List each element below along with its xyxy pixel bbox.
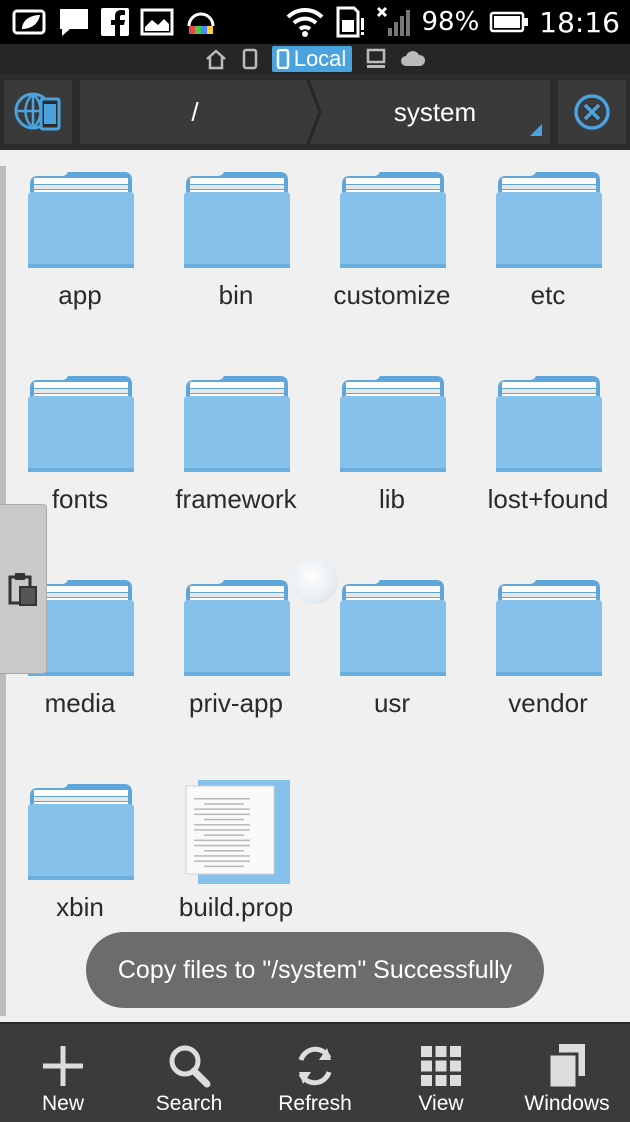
folder-item[interactable]: priv-app xyxy=(158,558,314,748)
local-tab-label: Local xyxy=(293,46,347,71)
folder-icon xyxy=(494,370,604,478)
cloud-icon[interactable] xyxy=(400,50,426,68)
wifi-icon xyxy=(286,7,323,37)
phone-icon xyxy=(276,49,289,69)
search-icon xyxy=(169,1045,211,1088)
clock: 18:16 xyxy=(539,5,620,39)
signal-icon xyxy=(376,6,410,36)
folder-item[interactable]: customize xyxy=(314,150,470,340)
item-label: usr xyxy=(373,688,411,718)
close-icon xyxy=(574,94,610,130)
item-label: vendor xyxy=(508,688,588,718)
folder-icon xyxy=(182,574,292,682)
clipboard-tab[interactable] xyxy=(0,504,47,674)
grid-view-icon xyxy=(421,1046,461,1086)
folder-item[interactable]: lost+found xyxy=(470,354,626,544)
clipboard-icon xyxy=(8,573,37,606)
windows-stack-icon xyxy=(547,1044,585,1090)
breadcrumb-root[interactable]: / xyxy=(80,80,310,144)
folder-icon xyxy=(494,574,604,682)
item-label: app xyxy=(58,280,102,310)
path-toolbar: / system xyxy=(0,74,630,150)
phone-storage-icon[interactable] xyxy=(242,48,258,70)
search-button[interactable]: Search xyxy=(126,1024,252,1122)
refresh-icon xyxy=(298,1046,332,1086)
app-store-icon xyxy=(187,12,215,34)
touch-indicator xyxy=(292,558,338,604)
folder-icon xyxy=(338,166,448,274)
text-file-icon xyxy=(182,778,292,886)
folder-item[interactable]: framework xyxy=(158,354,314,544)
folder-icon xyxy=(338,370,448,478)
refresh-button-label: Refresh xyxy=(278,1092,352,1115)
windows-button-label: Windows xyxy=(524,1092,610,1115)
battery-icon xyxy=(490,11,529,33)
status-bar: 98% 18:16 xyxy=(0,0,630,44)
item-label: lost+found xyxy=(487,484,609,514)
folder-item[interactable]: app xyxy=(2,150,158,340)
file-item[interactable]: build.prop xyxy=(158,762,314,952)
message-icon xyxy=(60,9,88,36)
breadcrumb: / system xyxy=(80,80,550,144)
facebook-icon xyxy=(101,8,129,37)
windows-button[interactable]: Windows xyxy=(504,1024,630,1122)
battery-percent: 98% xyxy=(421,7,480,37)
toast-message: Copy files to "/system" Successfully xyxy=(86,932,544,1008)
new-button[interactable]: New xyxy=(0,1024,126,1122)
sd-card-alert-icon xyxy=(336,6,364,38)
item-label: bin xyxy=(218,280,254,310)
location-strip: Local xyxy=(0,44,630,74)
item-label: framework xyxy=(175,484,297,514)
folder-item[interactable]: etc xyxy=(470,150,626,340)
folder-icon xyxy=(26,166,136,274)
leaf-app-icon xyxy=(12,9,46,35)
folder-item[interactable]: usr xyxy=(314,558,470,748)
computer-icon[interactable] xyxy=(366,48,386,70)
item-label: priv-app xyxy=(189,688,283,718)
search-button-label: Search xyxy=(155,1092,223,1115)
view-button[interactable]: View xyxy=(378,1024,504,1122)
storage-switch-button[interactable] xyxy=(4,80,72,144)
local-tab[interactable]: Local xyxy=(271,46,353,72)
bottom-toolbar: New Search Refresh View Windows xyxy=(0,1022,630,1122)
folder-item[interactable]: vendor xyxy=(470,558,626,748)
plus-icon xyxy=(43,1046,83,1086)
item-label: customize xyxy=(333,280,451,310)
item-label: lib xyxy=(378,484,405,514)
folder-icon xyxy=(26,778,136,886)
notification-icons xyxy=(12,6,218,38)
new-button-label: New xyxy=(41,1092,84,1115)
path-dropdown-icon[interactable] xyxy=(530,124,542,136)
folder-item[interactable]: xbin xyxy=(2,762,158,952)
view-button-label: View xyxy=(418,1092,464,1115)
item-label: xbin xyxy=(56,892,104,922)
home-icon[interactable] xyxy=(204,48,228,70)
close-window-button[interactable] xyxy=(558,80,626,144)
globe-device-icon xyxy=(14,92,61,131)
gallery-icon xyxy=(140,8,174,36)
folder-item[interactable]: lib xyxy=(314,354,470,544)
folder-item[interactable]: bin xyxy=(158,150,314,340)
folder-icon xyxy=(182,166,292,274)
refresh-button[interactable]: Refresh xyxy=(252,1024,378,1122)
breadcrumb-current[interactable]: system xyxy=(320,80,550,144)
folder-icon xyxy=(338,574,448,682)
folder-icon xyxy=(182,370,292,478)
folder-icon xyxy=(26,370,136,478)
item-label: media xyxy=(44,688,116,718)
item-label: etc xyxy=(530,280,566,310)
item-label: build.prop xyxy=(178,892,294,922)
folder-icon xyxy=(494,166,604,274)
system-status-icons: 98% 18:16 xyxy=(286,0,620,44)
